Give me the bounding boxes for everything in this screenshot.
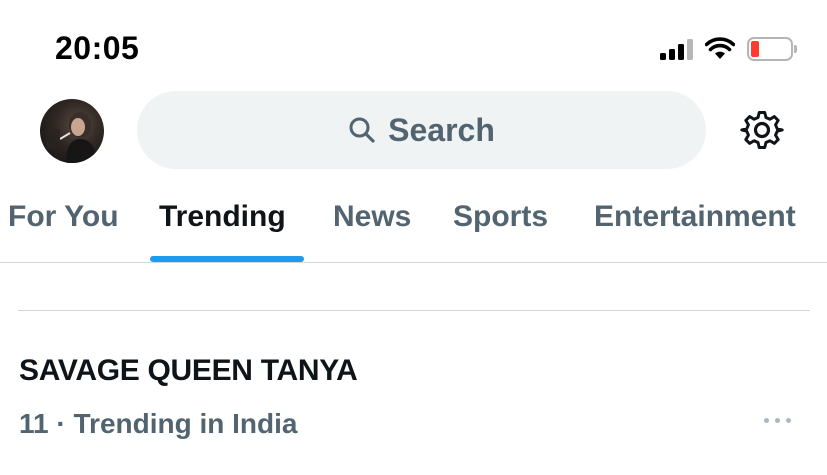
trend-meta: 11 · Trending in India — [19, 408, 298, 439]
wifi-icon — [705, 37, 735, 59]
trend-title[interactable]: SAVAGE QUEEN TANYA — [19, 354, 358, 388]
search-label: Search — [388, 111, 495, 148]
content-divider — [18, 310, 810, 311]
battery-icon — [747, 37, 797, 61]
tabs-divider — [0, 262, 827, 263]
gear-icon[interactable] — [740, 108, 784, 152]
more-icon[interactable] — [764, 418, 791, 423]
signal-icon — [660, 38, 693, 60]
search-icon — [349, 117, 375, 143]
status-icons — [660, 36, 797, 62]
search-input[interactable]: Search — [137, 91, 706, 169]
explore-tabs: For You Trending News Sports Entertainme… — [8, 200, 796, 233]
profile-avatar[interactable] — [40, 99, 104, 163]
status-time: 20:05 — [55, 30, 140, 66]
